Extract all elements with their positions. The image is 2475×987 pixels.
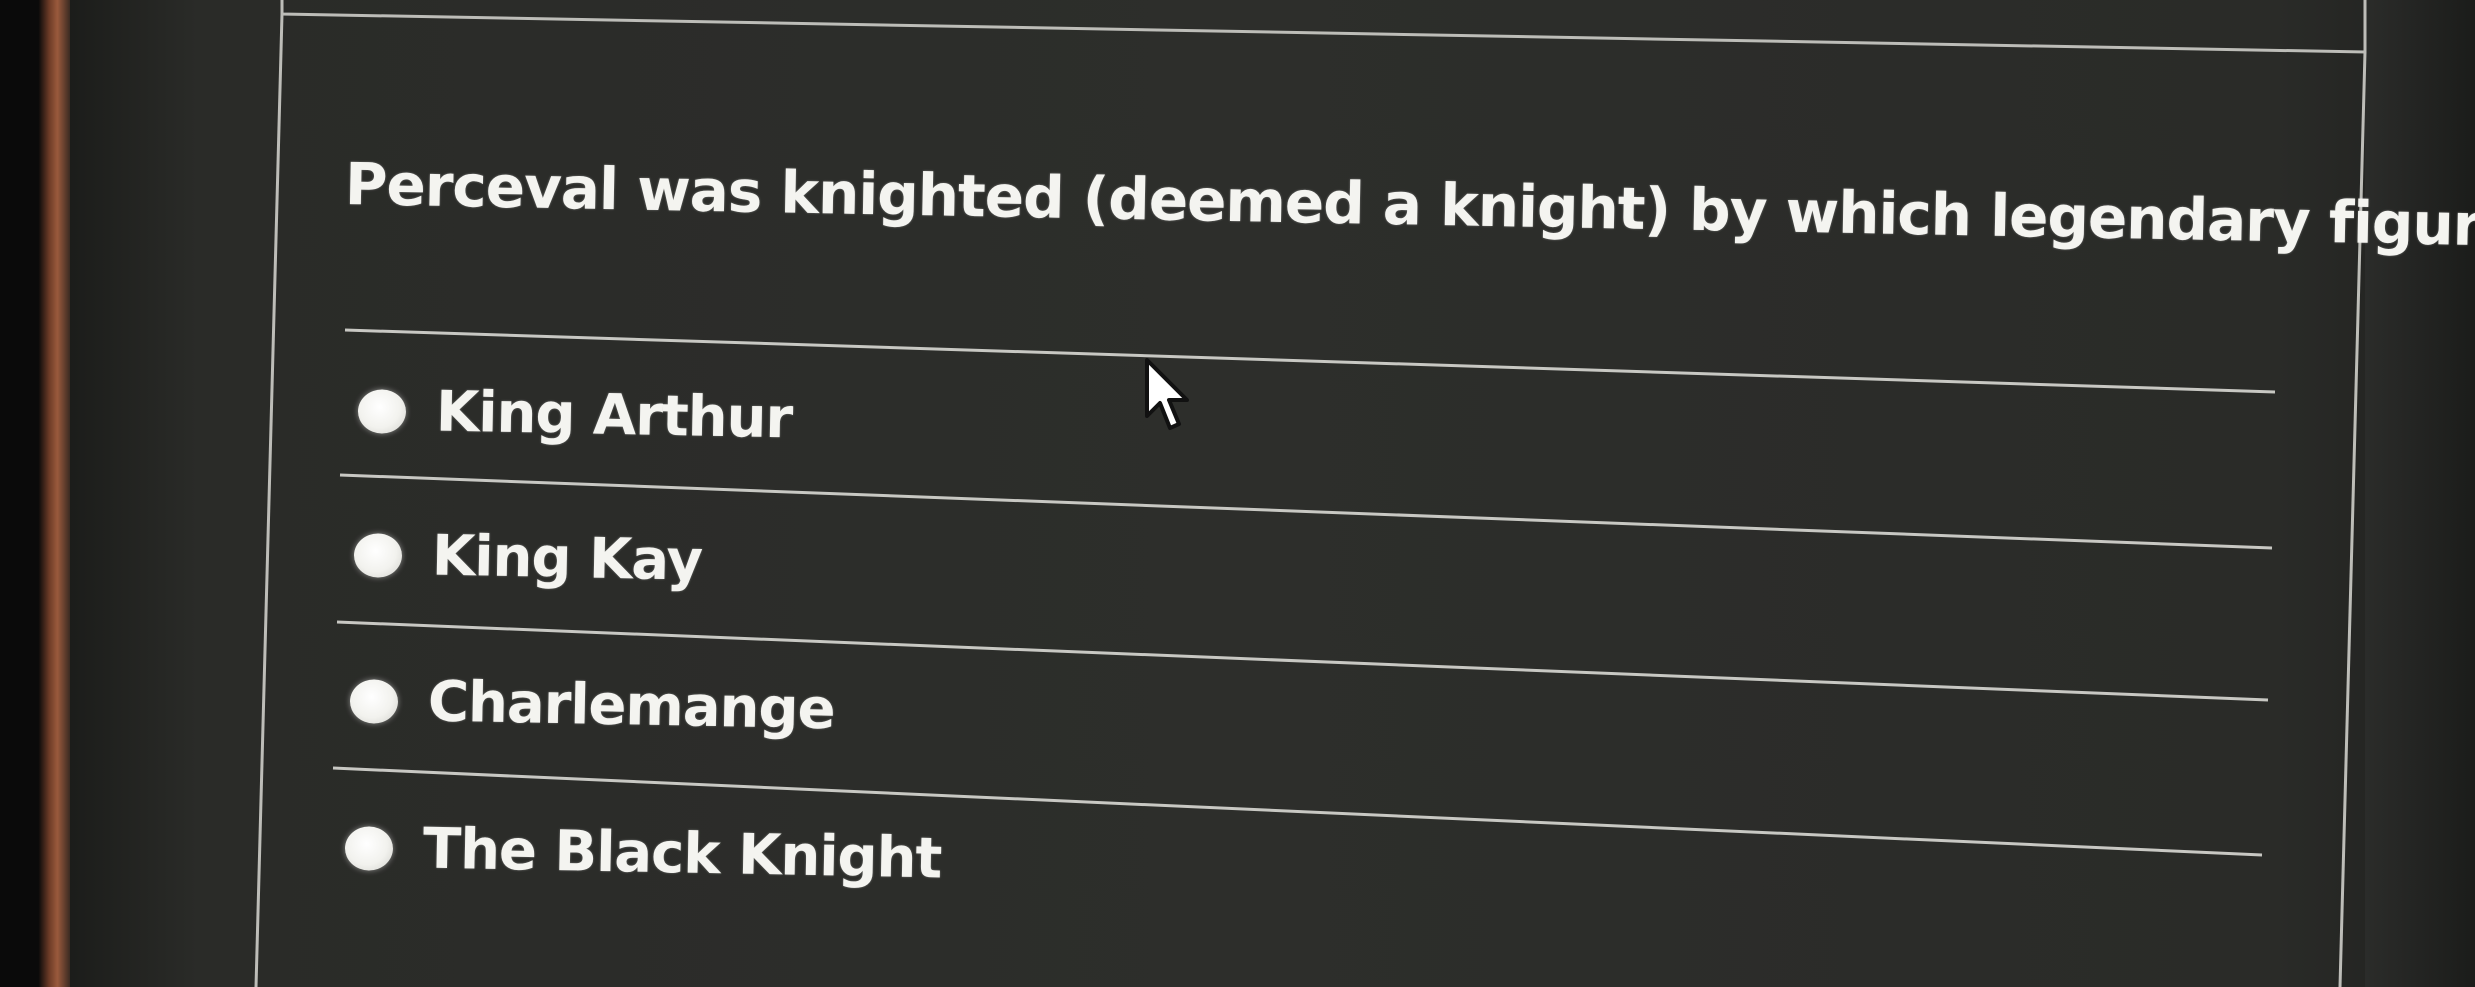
question-text: Perceval was knighted (deemed a knight) …: [344, 150, 2475, 261]
option-label: King Kay: [431, 523, 703, 594]
radio-button[interactable]: [353, 532, 403, 578]
option-charlemange[interactable]: Charlemange: [349, 668, 835, 742]
option-label: The Black Knight: [422, 816, 942, 892]
option-the-black-knight[interactable]: The Black Knight: [344, 815, 942, 892]
radio-button[interactable]: [344, 825, 394, 871]
radio-button[interactable]: [349, 678, 399, 724]
screen: Perceval was knighted (deemed a knight) …: [0, 0, 2475, 987]
option-king-arthur[interactable]: King Arthur: [357, 378, 793, 452]
quiz: Perceval was knighted (deemed a knight) …: [0, 0, 2475, 987]
mouse-pointer-icon: [1145, 358, 1189, 430]
option-label: Charlemange: [427, 669, 836, 743]
radio-button[interactable]: [357, 388, 407, 434]
option-label: King Arthur: [435, 379, 793, 452]
option-king-kay[interactable]: King Kay: [353, 522, 703, 594]
